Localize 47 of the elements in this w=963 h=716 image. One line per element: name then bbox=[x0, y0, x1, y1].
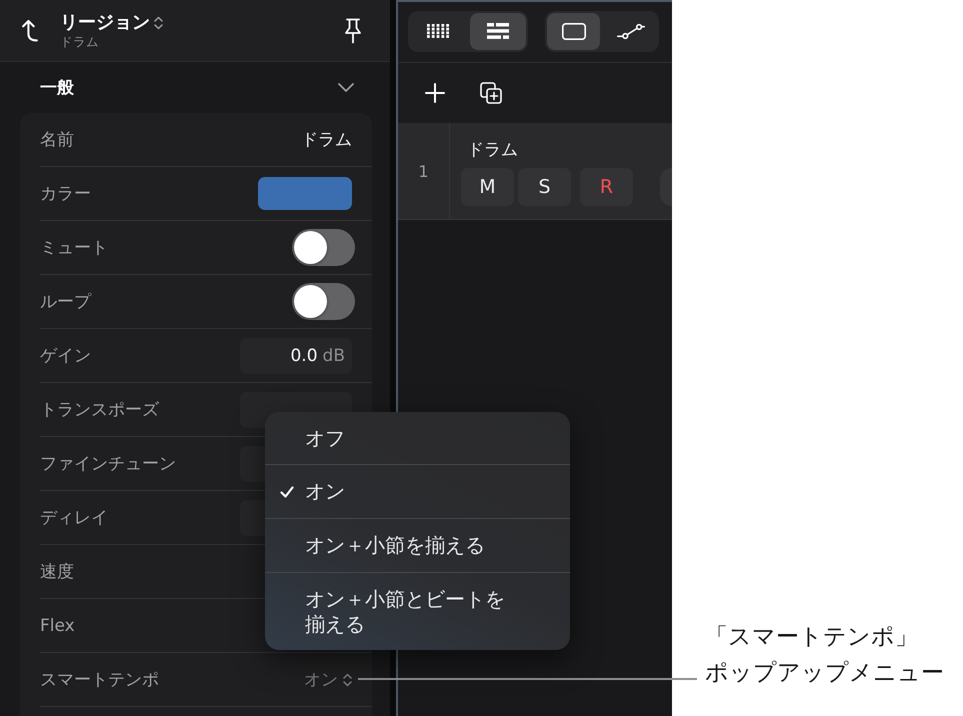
row-label: Flex bbox=[40, 616, 75, 636]
back-icon[interactable] bbox=[22, 20, 38, 42]
record-button[interactable]: R bbox=[580, 168, 633, 206]
menu-item[interactable]: オン bbox=[265, 465, 570, 519]
menu-item[interactable]: オフ bbox=[265, 412, 570, 465]
menu-item[interactable]: オン＋小節を揃える bbox=[265, 519, 570, 573]
mute-button[interactable]: M bbox=[461, 168, 514, 206]
track-header[interactable]: 1 ドラム M S R bbox=[398, 123, 672, 220]
row-label: カラー bbox=[40, 183, 91, 205]
chevrons-up-down-icon bbox=[154, 16, 163, 30]
row-label: ファインチューン bbox=[40, 453, 176, 475]
curve-nodes-icon bbox=[616, 24, 644, 38]
pin-icon[interactable] bbox=[344, 18, 362, 44]
checkmark-icon bbox=[280, 486, 294, 498]
toggle-switch[interactable] bbox=[292, 229, 355, 266]
row-label: 名前 bbox=[40, 129, 74, 151]
name-value: ドラム bbox=[301, 129, 352, 151]
region-mode-button[interactable] bbox=[547, 12, 600, 50]
list-view-button[interactable] bbox=[470, 12, 526, 50]
solo-button[interactable]: S bbox=[518, 168, 571, 206]
chevron-down-icon[interactable] bbox=[338, 83, 354, 92]
rectangle-icon bbox=[562, 22, 586, 40]
row-label: トランスポーズ bbox=[40, 399, 159, 421]
chevrons-up-down-icon bbox=[343, 672, 352, 686]
toggle-switch[interactable] bbox=[292, 283, 355, 320]
inspector-title[interactable]: リージョン bbox=[60, 12, 150, 34]
row-label: ミュート bbox=[40, 237, 108, 259]
number-field[interactable]: 0.0 dB bbox=[240, 338, 352, 374]
add-track-button[interactable] bbox=[425, 83, 445, 103]
color-swatch[interactable] bbox=[258, 177, 352, 210]
callout-label: 「スマートテンポ」 ポップアップメニュー bbox=[705, 623, 945, 688]
track-number: 1 bbox=[418, 162, 429, 180]
row-label: 速度 bbox=[40, 561, 74, 583]
list-icon bbox=[487, 23, 509, 39]
row-label: スマートテンポ bbox=[40, 669, 159, 691]
row-label: ループ bbox=[40, 291, 91, 313]
duplicate-track-button[interactable] bbox=[480, 82, 502, 104]
inspector-subtitle: ドラム bbox=[60, 34, 99, 49]
menu-item[interactable]: オン＋小節とビートを揃える bbox=[265, 573, 570, 650]
row-label: ディレイ bbox=[40, 507, 108, 529]
section-title[interactable]: 一般 bbox=[40, 76, 74, 99]
track-name: ドラム bbox=[467, 139, 518, 161]
grid-icon bbox=[427, 24, 449, 38]
row-label: ゲイン bbox=[40, 345, 91, 367]
plus-icon bbox=[425, 83, 445, 103]
popup-button[interactable]: オン bbox=[304, 668, 352, 691]
duplicate-icon bbox=[480, 82, 502, 104]
